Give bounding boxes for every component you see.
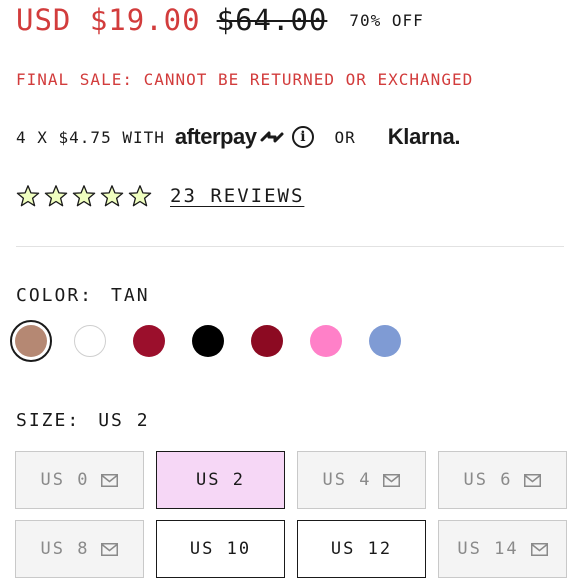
size-label: SIZE: [16,410,81,431]
star-icon [72,185,96,207]
color-swatch[interactable] [128,320,170,362]
color-swatch[interactable] [305,320,347,362]
star-rating[interactable] [16,184,152,208]
size-option-label: US 8 [40,539,90,559]
size-option-label: US 2 [196,470,245,490]
size-selector-label: SIZE: US 2 [16,410,150,431]
selected-size-name: US 2 [98,410,150,431]
reviews-link[interactable]: 23 REVIEWS [170,185,304,207]
star-icon [100,185,124,207]
star-icon [44,185,68,207]
color-swatch-fill [74,325,106,357]
color-selector-label: COLOR: TAN [16,285,150,306]
klarna-logo[interactable]: Klarna. [388,124,461,150]
size-option-button[interactable]: US 6 [438,451,567,509]
color-swatch-fill [310,325,342,357]
color-swatch[interactable] [187,320,229,362]
size-option-label: US 4 [322,470,372,490]
size-option-label: US 0 [40,470,90,490]
section-divider [16,246,564,247]
size-option-label: US 6 [463,470,513,490]
reviews-row: 23 REVIEWS [16,181,304,211]
afterpay-wordmark: afterpay [174,124,257,149]
size-option-button[interactable]: US 2 [156,451,285,509]
installment-text: 4 X $4.75 WITH [16,127,165,147]
color-swatch[interactable] [69,320,111,362]
selected-color-name: TAN [111,285,150,306]
final-sale-notice: FINAL SALE: CANNOT BE RETURNED OR EXCHAN… [16,70,474,89]
afterpay-arrows-icon [260,131,284,143]
notify-mail-icon [383,473,401,487]
color-label: COLOR: [16,285,94,306]
size-option-button[interactable]: US 0 [15,451,144,509]
discount-badge: 70% OFF [349,10,424,30]
info-icon[interactable]: i [292,126,315,148]
notify-mail-icon [101,542,119,556]
color-swatches [10,320,406,362]
size-grid: US 0 US 2 US 4 US 6 US 8 US 10 US 12 US 14 [15,451,567,578]
size-option-button[interactable]: US 12 [297,520,426,578]
color-swatch-fill [369,325,401,357]
color-swatch[interactable] [10,320,52,362]
size-option-label: US 12 [330,539,393,559]
size-option-button[interactable]: US 14 [438,520,567,578]
size-option-button[interactable]: US 10 [156,520,285,578]
color-swatch[interactable] [246,320,288,362]
color-swatch-fill [192,325,224,357]
size-option-button[interactable]: US 8 [15,520,144,578]
size-option-label: US 14 [457,539,519,559]
price-row: USD $19.00 $64.00 70% OFF [16,0,424,40]
star-icon [128,185,152,207]
color-swatch-fill [133,325,165,357]
color-swatch[interactable] [364,320,406,362]
current-price: USD $19.00 [16,3,201,37]
installment-payment-row: 4 X $4.75 WITH afterpay i OR Klarna. [16,121,461,153]
color-swatch-fill [15,325,47,357]
size-option-button[interactable]: US 4 [297,451,426,509]
color-swatch-fill [251,325,283,357]
notify-mail-icon [101,473,119,487]
original-price: $64.00 [216,3,328,37]
star-icon [16,185,40,207]
size-option-label: US 10 [189,539,252,559]
notify-mail-icon [530,542,548,556]
or-label: OR [334,127,356,147]
afterpay-logo[interactable]: afterpay [175,124,287,150]
notify-mail-icon [524,473,542,487]
